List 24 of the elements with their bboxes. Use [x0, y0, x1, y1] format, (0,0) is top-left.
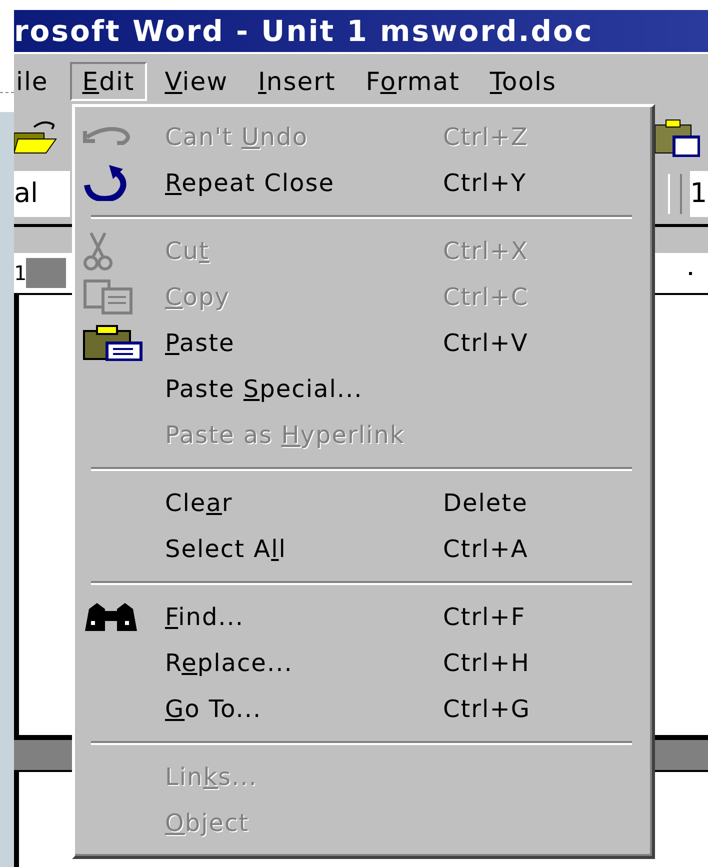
title-bar: rosoft Word - Unit 1 msword.doc: [14, 10, 708, 52]
binoculars-icon: [83, 601, 139, 633]
menu-bar-item[interactable]: I nsert: [246, 62, 348, 101]
menu-item[interactable]: Clea r Delete: [83, 480, 638, 526]
font-name-field[interactable]: al: [14, 171, 70, 217]
font-size-field[interactable]: 1: [690, 171, 708, 217]
menu-bar-item[interactable]: ile: [14, 62, 60, 101]
menu-item[interactable]: Paste Ctrl+V: [83, 320, 638, 366]
open-folder-icon[interactable]: [14, 118, 60, 154]
menu-bar-item[interactable]: Edit: [70, 62, 147, 101]
menu-item[interactable]: Replace... Ctrl+H: [83, 640, 638, 686]
scissors-icon: [83, 231, 113, 271]
menu-item[interactable]: Find... Ctrl+F: [83, 594, 638, 640]
clipboard-icon: [83, 325, 143, 361]
menu-bar-item[interactable]: Tools: [478, 62, 568, 101]
menu-bar-item[interactable]: Format: [354, 62, 472, 101]
copy-pages-icon: [83, 279, 133, 315]
circular-arrow-icon: [83, 165, 127, 201]
menu-item[interactable]: Paste Special...: [83, 366, 638, 412]
menu-bar-item[interactable]: View: [152, 62, 240, 101]
menu-item[interactable]: Select Al l Ctrl+A: [83, 526, 638, 572]
menu-item[interactable]: Repeat Close Ctrl+Y: [83, 160, 638, 206]
menu-item[interactable]: Go To... Ctrl+G: [83, 686, 638, 732]
clipboard-icon[interactable]: [654, 116, 700, 156]
